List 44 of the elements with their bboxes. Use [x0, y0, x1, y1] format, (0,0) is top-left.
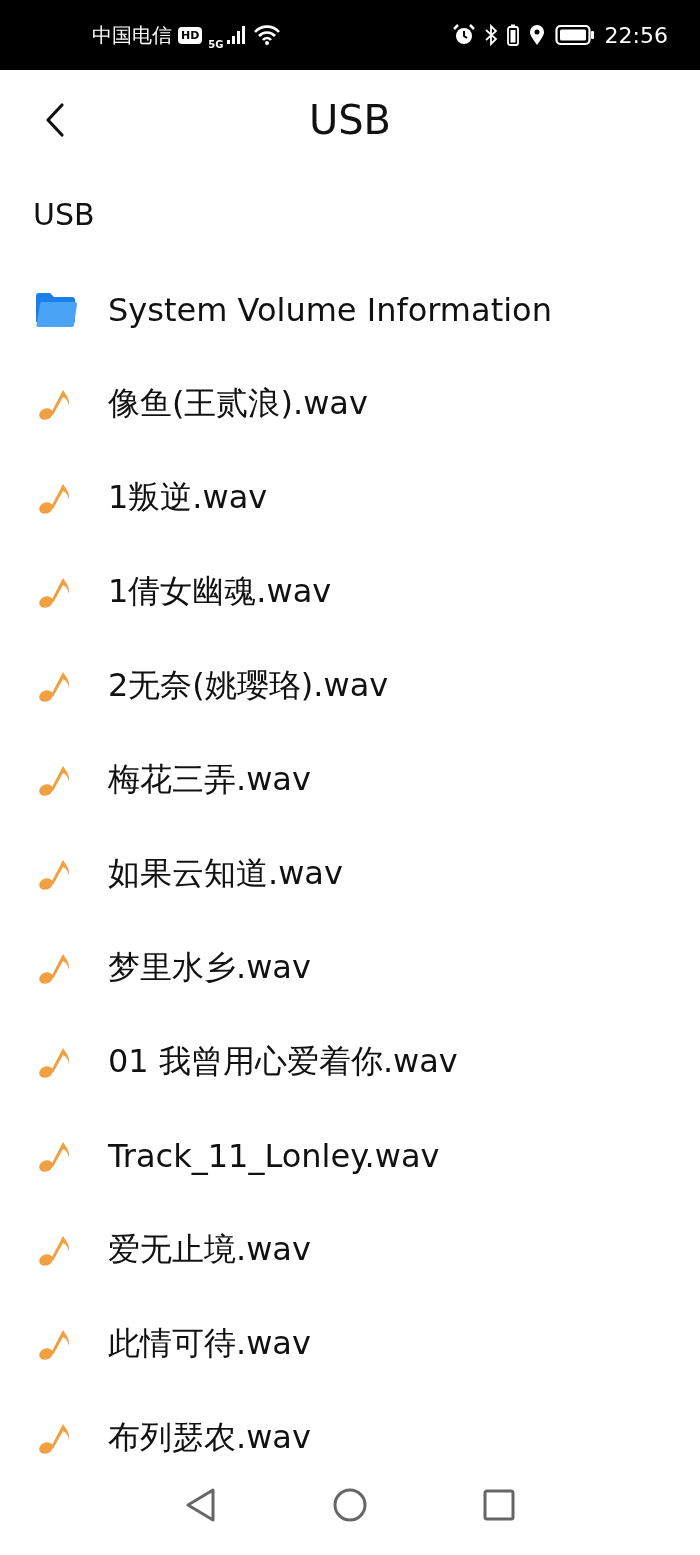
file-name: 1倩女幽魂.wav	[108, 571, 332, 612]
file-name: 梦里水乡.wav	[108, 947, 311, 988]
folder-icon	[34, 292, 78, 328]
signal-icon	[225, 26, 248, 44]
network-type: 5G	[208, 38, 224, 50]
recents-nav-icon[interactable]	[483, 1489, 515, 1521]
device-battery-icon	[506, 24, 519, 46]
file-item[interactable]: 如果云知道.wav	[0, 827, 700, 921]
file-name: 爱无止境.wav	[108, 1229, 311, 1270]
back-nav-icon[interactable]	[185, 1488, 217, 1522]
home-nav-icon[interactable]	[333, 1488, 367, 1522]
file-item[interactable]: 布列瑟农.wav	[0, 1391, 700, 1485]
file-item[interactable]: 梦里水乡.wav	[0, 921, 700, 1015]
carrier-name: 中国电信	[92, 21, 172, 49]
file-name: System Volume Information	[108, 291, 552, 329]
file-item[interactable]: 像鱼(王贰浪).wav	[0, 357, 700, 451]
file-name: 2无奈(姚璎珞).wav	[108, 665, 389, 706]
bluetooth-icon	[484, 24, 497, 46]
file-name: 如果云知道.wav	[108, 853, 343, 894]
file-item[interactable]: 01 我曾用心爱着你.wav	[0, 1015, 700, 1109]
hd-badge: HD	[178, 26, 203, 44]
file-name: 01 我曾用心爱着你.wav	[108, 1041, 458, 1082]
file-item[interactable]: 1叛逆.wav	[0, 451, 700, 545]
file-item[interactable]: 梅花三弄.wav	[0, 733, 700, 827]
path-breadcrumb[interactable]: USB	[0, 197, 128, 232]
file-name: 布列瑟农.wav	[108, 1417, 311, 1458]
file-name: 像鱼(王贰浪).wav	[108, 383, 368, 424]
wifi-icon	[253, 25, 280, 45]
file-item[interactable]: Track_11_Lonley.wav	[0, 1109, 700, 1203]
alarm-icon	[452, 24, 475, 46]
file-name: 梅花三弄.wav	[108, 759, 311, 800]
file-item[interactable]: 爱无止境.wav	[0, 1203, 700, 1297]
chevron-icon	[44, 102, 66, 138]
battery-icon	[554, 24, 595, 46]
file-name: 1叛逆.wav	[108, 477, 268, 518]
file-item[interactable]: 1倩女幽魂.wav	[0, 545, 700, 639]
file-name: Track_11_Lonley.wav	[108, 1137, 440, 1175]
location-icon	[528, 24, 545, 46]
file-item[interactable]: System Volume Information	[0, 263, 700, 357]
file-name: 此情可待.wav	[108, 1323, 311, 1364]
file-item[interactable]: 2无奈(姚璎珞).wav	[0, 639, 700, 733]
page-title: USB	[308, 97, 392, 143]
file-item[interactable]: 此情可待.wav	[0, 1297, 700, 1391]
clock-time: 22:56	[604, 22, 668, 48]
